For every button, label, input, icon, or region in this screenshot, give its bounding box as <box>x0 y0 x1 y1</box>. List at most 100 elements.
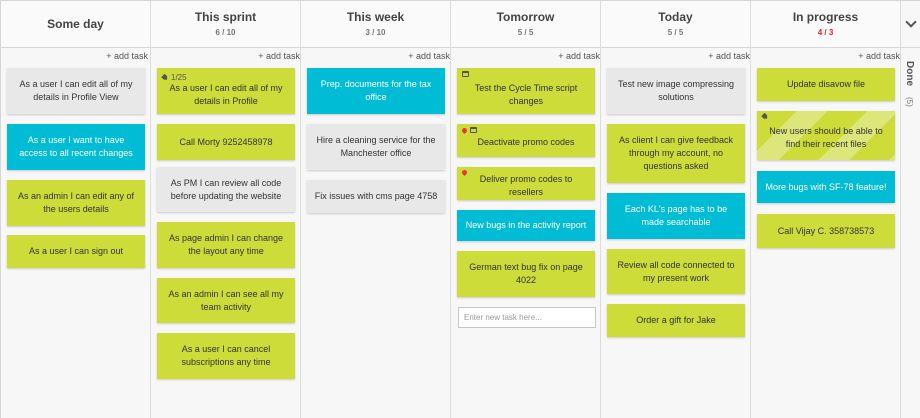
task-text: More bugs with SF-78 feature! <box>765 181 887 192</box>
column-count: 5 / 5 <box>517 28 534 37</box>
task-card[interactable]: Order a gift for Jake <box>607 304 745 337</box>
task-card[interactable]: Review all code connected to my present … <box>607 249 745 294</box>
task-text: Each KL's page has to be made searchable <box>624 204 728 227</box>
task-card[interactable]: As an admin I can edit any of the users … <box>7 180 145 226</box>
card-meta <box>460 168 469 177</box>
task-text: As client I can give feedback through my… <box>618 135 734 171</box>
task-text: As a user I can edit all of my details i… <box>19 79 133 102</box>
task-card[interactable]: German text bug fix on page 4022 <box>457 251 595 297</box>
task-card[interactable]: As an admin I can see all my team activi… <box>157 278 295 323</box>
column-title: In progress <box>792 10 859 24</box>
column-today: Today 5 / 5 + add task Test new image co… <box>601 1 751 418</box>
task-card[interactable]: Hire a cleaning service for the Manchest… <box>307 124 445 170</box>
column-count: 6 / 10 <box>215 28 236 37</box>
column-header[interactable]: Some day <box>1 1 150 48</box>
task-card[interactable]: As a user I can sign out <box>7 235 145 268</box>
task-card[interactable]: Update disavow file <box>757 68 895 101</box>
priority-pin-icon <box>460 168 469 177</box>
calendar-icon <box>462 71 469 77</box>
task-text: Call Vijay C. 358738573 <box>777 225 875 236</box>
task-text: As a user I can edit all of my details i… <box>169 83 283 106</box>
column-count: 3 / 10 <box>365 28 386 37</box>
task-text: Test the Cycle Time script changes <box>474 83 578 106</box>
column-in-progress: In progress 4 / 3 + add task Update disa… <box>751 1 901 418</box>
done-column-collapsed[interactable]: Done (5) <box>900 1 920 418</box>
task-text: Test new image compressing solutions <box>617 79 735 102</box>
tag-icon <box>161 74 169 82</box>
task-text: New users should be able to find their r… <box>769 125 883 149</box>
new-task-input[interactable] <box>458 307 596 328</box>
column-title: This week <box>346 10 405 24</box>
chevron-down-icon <box>905 16 917 28</box>
task-card[interactable]: New bugs in the activity report <box>457 210 595 241</box>
column-header[interactable]: In progress 4 / 3 <box>751 1 900 48</box>
add-task-button[interactable]: + add task <box>558 51 600 61</box>
task-text: Review all code connected to my present … <box>617 259 735 283</box>
kanban-board: Some day + add task As a user I can edit… <box>0 0 920 418</box>
task-text: New bugs in the activity report <box>465 220 587 230</box>
task-card[interactable]: As a user I can edit all of my details i… <box>7 68 145 114</box>
column-title: Tomorrow <box>496 10 555 24</box>
priority-pin-icon <box>460 126 469 134</box>
task-text: Deactivate promo codes <box>477 137 575 147</box>
task-card[interactable]: Prep. documents for the tax office <box>307 68 445 114</box>
column-header[interactable]: This sprint 6 / 10 <box>151 1 300 48</box>
task-card[interactable]: 1/25 As a user I can edit all of my deta… <box>157 68 295 114</box>
column-header[interactable]: This week 3 / 10 <box>301 1 450 48</box>
add-task-button[interactable]: + add task <box>106 51 148 61</box>
subtask-count: 1/25 <box>171 73 187 82</box>
add-task-button[interactable]: + add task <box>858 51 900 61</box>
task-card[interactable]: As a user I can cancel subscriptions any… <box>157 333 295 379</box>
task-card[interactable]: As page admin I can change the layout an… <box>157 222 295 268</box>
done-column-count: (5) <box>905 97 914 107</box>
task-card[interactable]: Call Vijay C. 358738573 <box>757 214 895 248</box>
task-card-blocked[interactable]: New users should be able to find their r… <box>757 111 895 160</box>
card-meta: 1/25 <box>162 71 187 84</box>
task-text: As PM I can review all code before updat… <box>170 177 282 201</box>
add-task-button[interactable]: + add task <box>708 51 750 61</box>
column-some-day: Some day + add task As a user I can edit… <box>1 1 151 418</box>
task-card[interactable]: Deactivate promo codes <box>457 124 595 157</box>
task-text: Fix issues with cms page 4758 <box>314 191 438 201</box>
task-text: Update disavow file <box>786 79 866 89</box>
calendar-icon <box>470 127 477 133</box>
task-text: German text bug fix on page 4022 <box>469 262 583 285</box>
task-text: As a user I can cancel subscriptions any… <box>181 344 271 367</box>
column-count-over-limit: 4 / 3 <box>817 28 834 37</box>
column-tomorrow: Tomorrow 5 / 5 + add task Test the Cycle… <box>451 1 601 418</box>
task-card[interactable]: Test new image compressing solutions <box>607 68 745 114</box>
add-task-button[interactable]: + add task <box>258 51 300 61</box>
task-text: As page admin I can change the layout an… <box>168 233 284 256</box>
task-card[interactable]: Test the Cycle Time script changes <box>457 68 595 114</box>
task-text: Hire a cleaning service for the Manchest… <box>316 135 436 158</box>
task-card[interactable]: More bugs with SF-78 feature! <box>757 171 895 203</box>
column-title: Some day <box>47 17 104 31</box>
card-meta <box>462 71 469 77</box>
task-text: As an admin I can see all my team activi… <box>168 288 284 312</box>
column-title: Today <box>658 10 693 24</box>
add-task-button[interactable]: + add task <box>408 51 450 61</box>
column-count: 5 / 5 <box>667 28 684 37</box>
task-text: Order a gift for Jake <box>636 315 716 325</box>
expand-done-button[interactable] <box>901 1 920 48</box>
column-title: This sprint <box>194 10 257 24</box>
card-meta <box>460 126 477 134</box>
task-text: As an admin I can edit any of the users … <box>17 191 135 214</box>
task-card[interactable]: Call Morty 9252458978 <box>157 124 295 160</box>
task-text: As a user I can sign out <box>28 246 124 256</box>
task-card[interactable]: As PM I can review all code before updat… <box>157 167 295 212</box>
task-card[interactable]: As a user I want to have access to all r… <box>7 124 145 170</box>
task-card[interactable]: Each KL's page has to be made searchable <box>607 193 745 239</box>
column-header[interactable]: Today 5 / 5 <box>601 1 750 48</box>
column-this-sprint: This sprint 6 / 10 + add task 1/25 As a … <box>151 1 301 418</box>
column-this-week: This week 3 / 10 + add task Prep. docume… <box>301 1 451 418</box>
task-card[interactable]: As client I can give feedback through my… <box>607 124 745 183</box>
task-card[interactable]: Deliver promo codes to resellers <box>457 167 595 200</box>
column-header[interactable]: Tomorrow 5 / 5 <box>451 1 600 48</box>
tag-icon <box>761 113 769 121</box>
task-text: As a user I want to have access to all r… <box>19 135 133 158</box>
task-text: Deliver promo codes to resellers <box>479 173 573 197</box>
card-meta <box>762 114 768 119</box>
task-card[interactable]: Fix issues with cms page 4758 <box>307 180 445 213</box>
done-column-title: Done <box>904 61 915 86</box>
